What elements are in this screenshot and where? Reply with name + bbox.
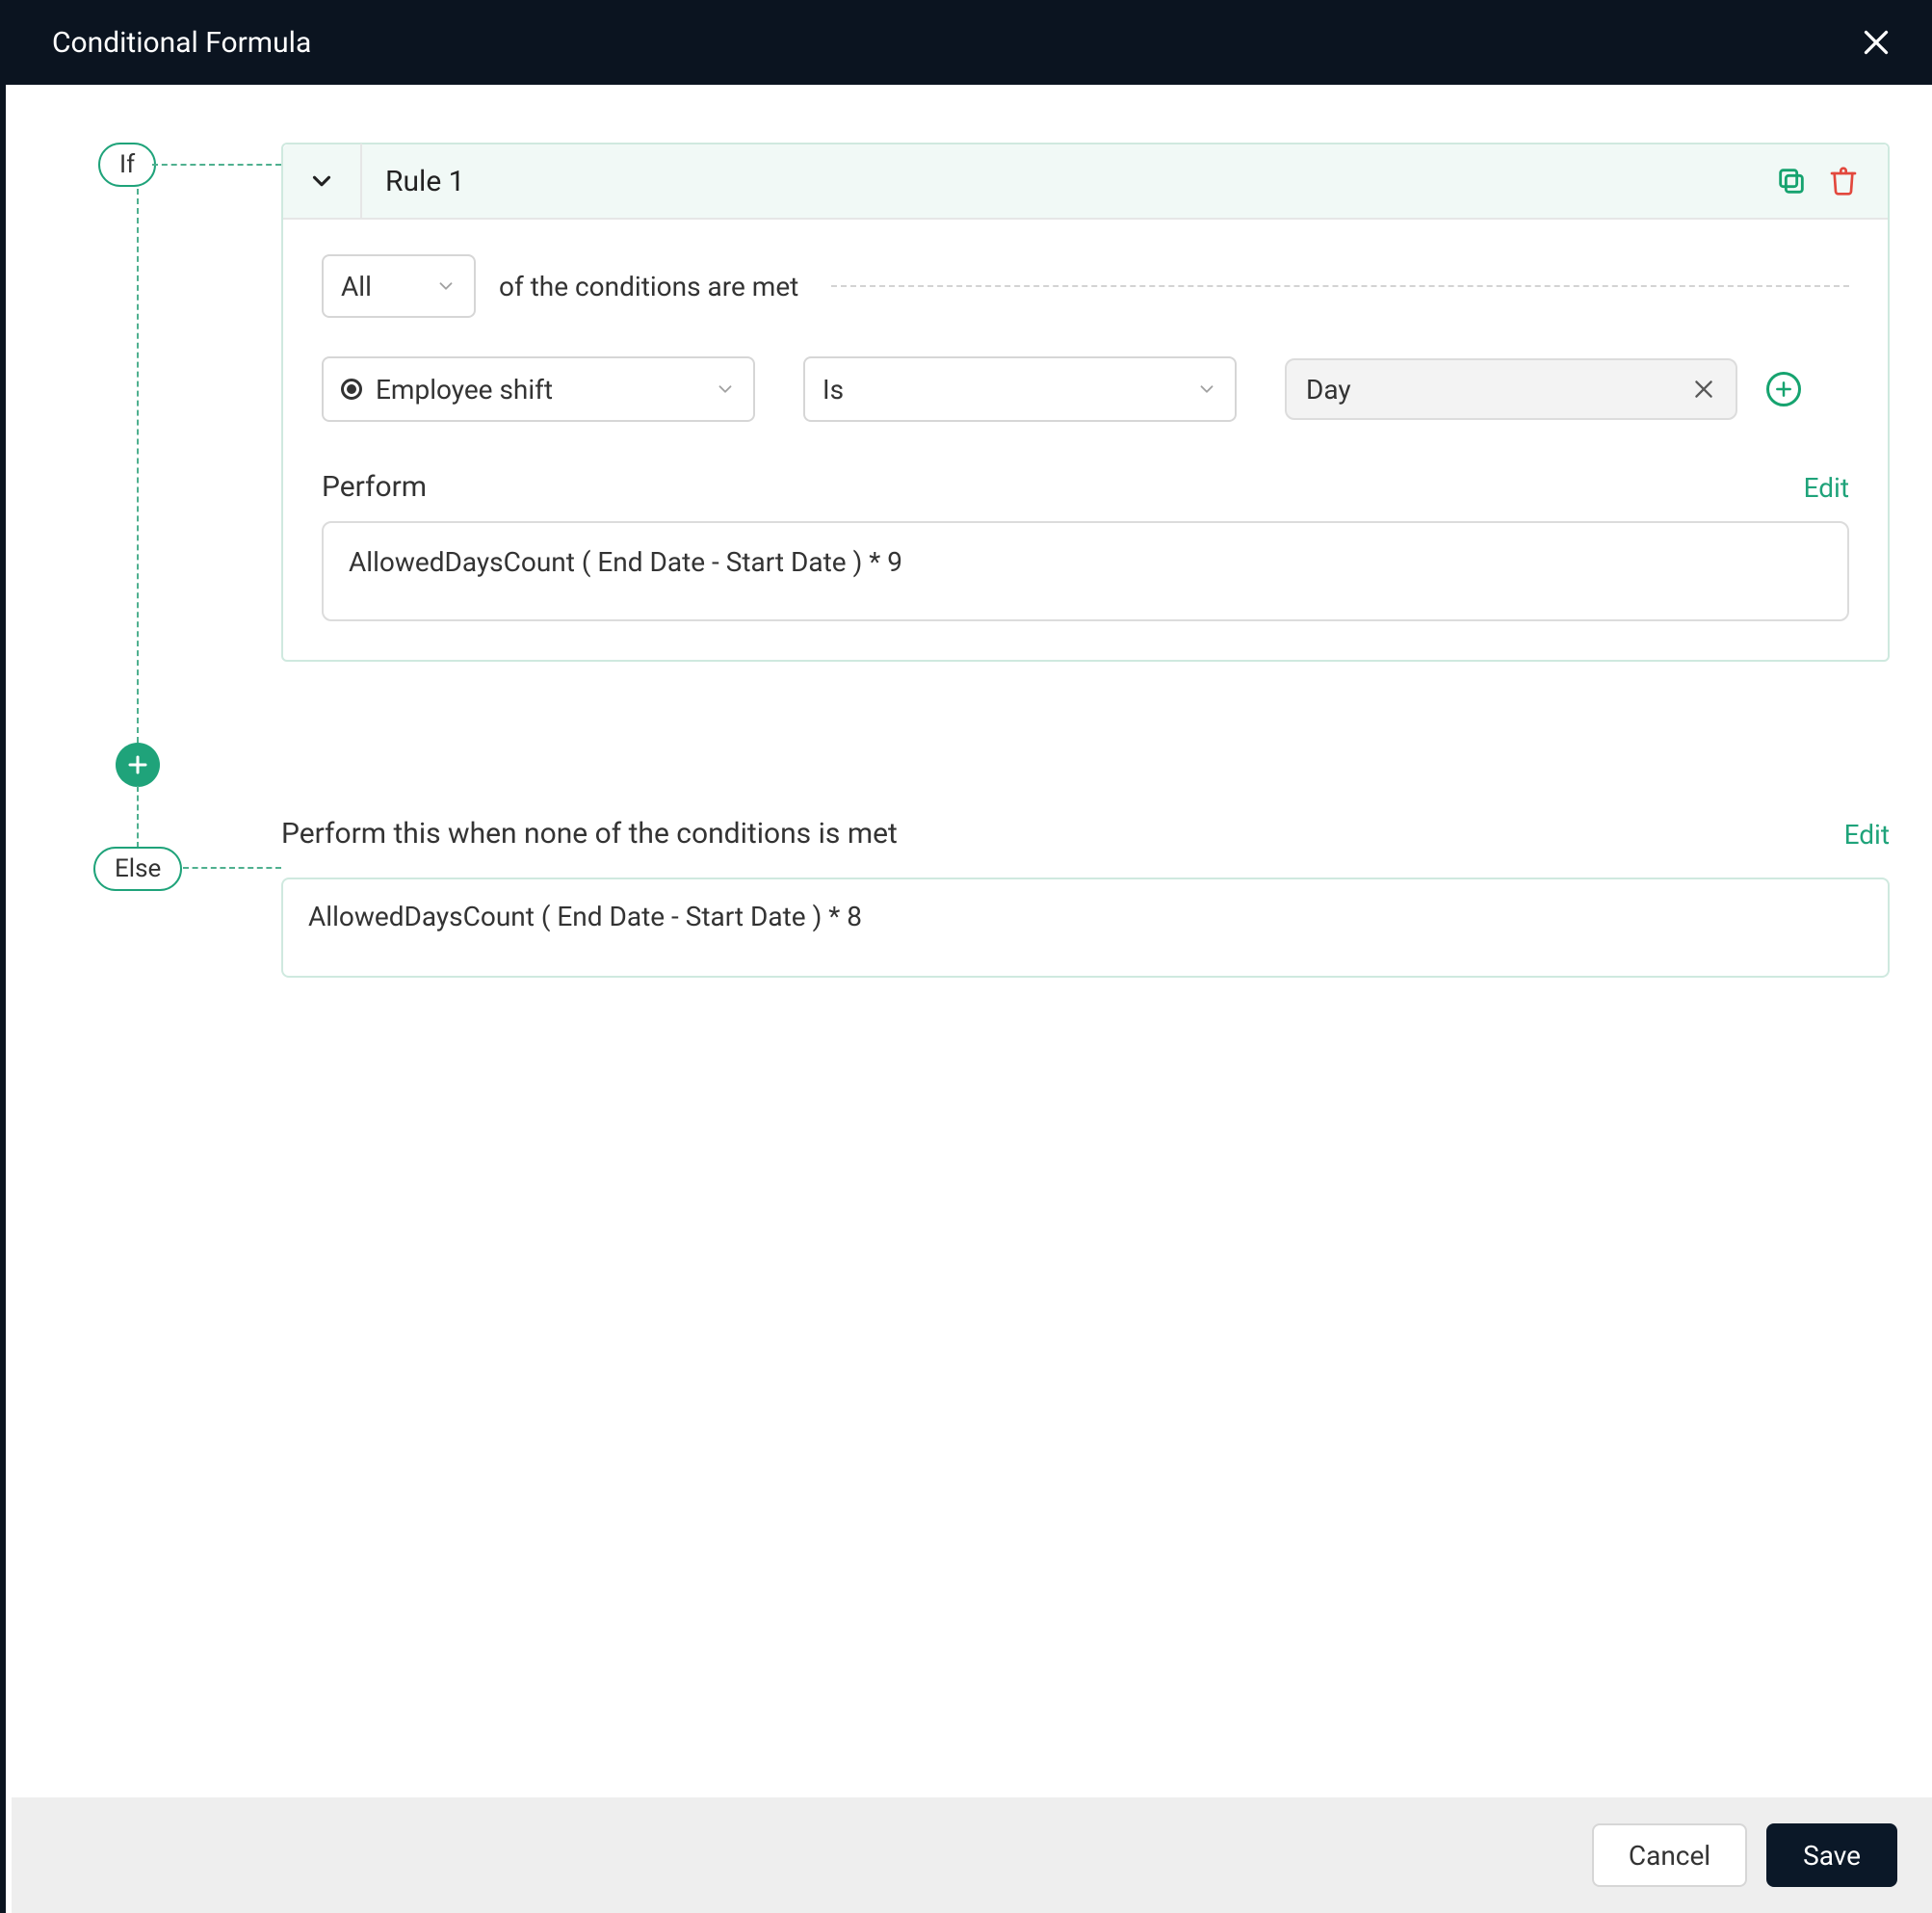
divider-dashed: [831, 285, 1849, 287]
rule-card: Rule 1 All: [281, 143, 1890, 662]
match-mode-value: All: [341, 271, 372, 302]
chevron-down-icon: [715, 379, 736, 400]
else-pill: Else: [93, 847, 182, 891]
close-icon: [1691, 377, 1716, 402]
modal: Conditional Formula If Else Rule 1: [0, 0, 1932, 1913]
condition-value-wrap: Day: [1285, 358, 1801, 420]
else-label: Else: [115, 854, 161, 883]
add-rule-button[interactable]: [116, 743, 160, 787]
chevron-down-icon: [307, 167, 336, 196]
duplicate-rule-button[interactable]: [1770, 160, 1813, 202]
delete-rule-button[interactable]: [1822, 160, 1865, 202]
rule-title: Rule 1: [362, 165, 1761, 198]
connector-vertical-1: [137, 189, 139, 743]
plus-icon: [126, 753, 149, 776]
radio-dot-icon: [341, 379, 362, 400]
copy-icon: [1775, 165, 1808, 197]
modal-title: Conditional Formula: [52, 26, 311, 60]
connector-if-h: [152, 164, 281, 166]
if-label: If: [119, 150, 135, 179]
rule-formula-display[interactable]: AllowedDaysCount ( End Date - Start Date…: [322, 521, 1849, 621]
edit-else-formula-link[interactable]: Edit: [1844, 819, 1890, 851]
save-button[interactable]: Save: [1766, 1823, 1897, 1887]
condition-operator-value: Is: [822, 374, 844, 406]
titlebar: Conditional Formula: [6, 0, 1932, 85]
else-header-row: Perform this when none of the conditions…: [281, 817, 1890, 851]
condition-value-chip[interactable]: Day: [1285, 358, 1737, 420]
if-pill: If: [98, 143, 156, 187]
condition-field-select[interactable]: Employee shift: [322, 356, 755, 422]
chevron-down-icon: [1196, 379, 1217, 400]
add-condition-button[interactable]: [1766, 372, 1801, 406]
rule-header: Rule 1: [283, 144, 1888, 220]
else-formula-display[interactable]: AllowedDaysCount ( End Date - Start Date…: [281, 878, 1890, 978]
rule-body: All of the conditions are met E: [283, 220, 1888, 660]
else-description: Perform this when none of the conditions…: [281, 817, 898, 851]
close-button[interactable]: [1855, 21, 1897, 64]
close-icon: [1859, 25, 1893, 60]
content-area: If Else Rule 1: [12, 85, 1932, 1797]
cancel-button[interactable]: Cancel: [1592, 1823, 1747, 1887]
footer: Cancel Save: [12, 1797, 1932, 1913]
perform-header-row: Perform Edit: [322, 470, 1849, 504]
chevron-down-icon: [435, 275, 457, 297]
condition-value-text: Day: [1306, 374, 1351, 406]
trash-icon: [1828, 166, 1859, 197]
condition-row: Employee shift Is: [322, 356, 1849, 422]
condition-operator-select[interactable]: Is: [803, 356, 1237, 422]
connector-vertical-2: [137, 786, 139, 848]
perform-label: Perform: [322, 470, 427, 504]
match-mode-select[interactable]: All: [322, 254, 476, 318]
plus-icon: [1774, 380, 1793, 399]
condition-field-value: Employee shift: [376, 374, 553, 406]
edit-formula-link[interactable]: Edit: [1804, 472, 1849, 504]
match-mode-text: of the conditions are met: [499, 271, 798, 302]
rule-collapse-toggle[interactable]: [283, 144, 362, 219]
clear-value-button[interactable]: [1691, 377, 1716, 402]
match-mode-row: All of the conditions are met: [322, 254, 1849, 318]
else-block: Perform this when none of the conditions…: [281, 817, 1890, 978]
connector-else-h: [183, 867, 281, 869]
